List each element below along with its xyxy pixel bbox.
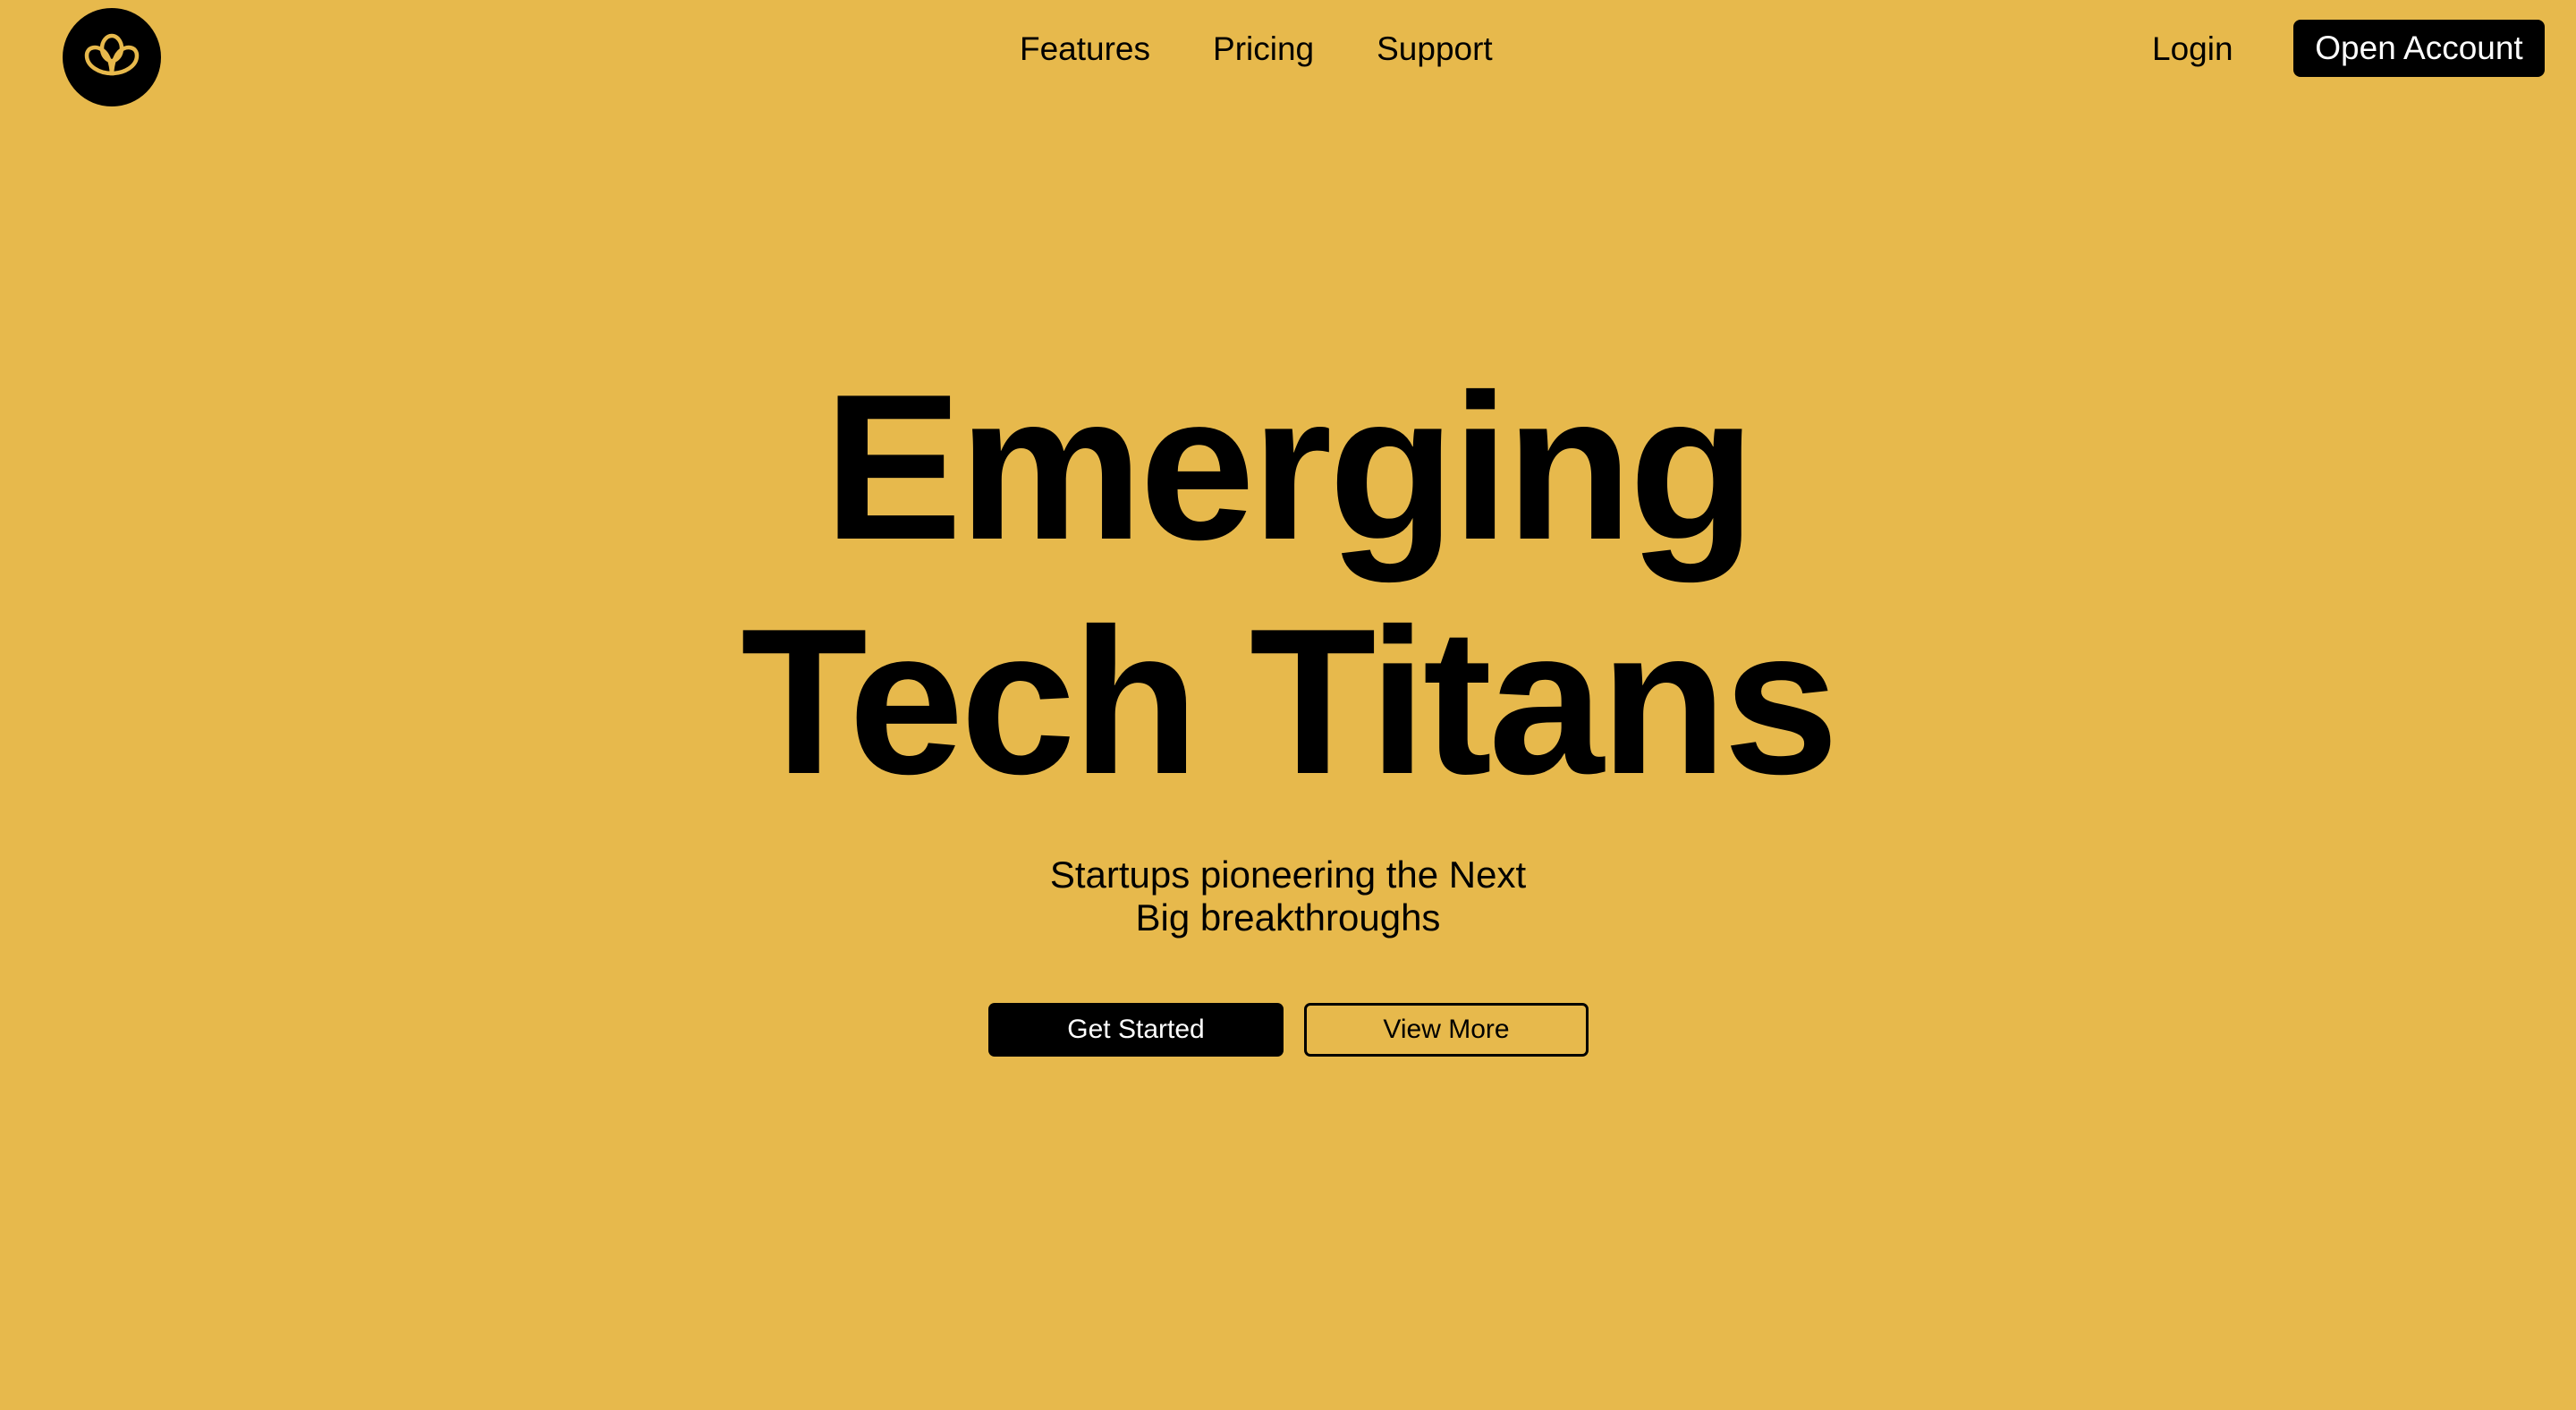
nav-link-pricing[interactable]: Pricing: [1213, 27, 1314, 72]
brand-logo[interactable]: [63, 8, 161, 106]
hero-title-line-1: Emerging: [824, 352, 1756, 583]
get-started-button[interactable]: Get Started: [988, 1003, 1284, 1057]
login-link[interactable]: Login: [2152, 27, 2233, 72]
open-account-button[interactable]: Open Account: [2293, 20, 2545, 77]
hero-subtitle-line-1: Startups pioneering the Next: [1049, 854, 1527, 896]
hero-title: Emerging Tech Titans: [0, 351, 2576, 820]
view-more-button[interactable]: View More: [1304, 1003, 1589, 1057]
hero-title-line-2: Tech Titans: [741, 586, 1839, 818]
hero-subtitle-line-2: Big breakthroughs: [1135, 896, 1441, 939]
hero-subtitle: Startups pioneering the Next Big breakth…: [0, 854, 2576, 939]
primary-nav: Features Pricing Support: [1020, 27, 1493, 72]
top-navigation: Features Pricing Support Login Open Acco…: [0, 0, 2576, 106]
nav-link-support[interactable]: Support: [1377, 27, 1493, 72]
interlocking-loops-icon: [84, 33, 140, 76]
hero-actions: Get Started View More: [988, 1003, 1589, 1057]
nav-link-features[interactable]: Features: [1020, 27, 1150, 72]
